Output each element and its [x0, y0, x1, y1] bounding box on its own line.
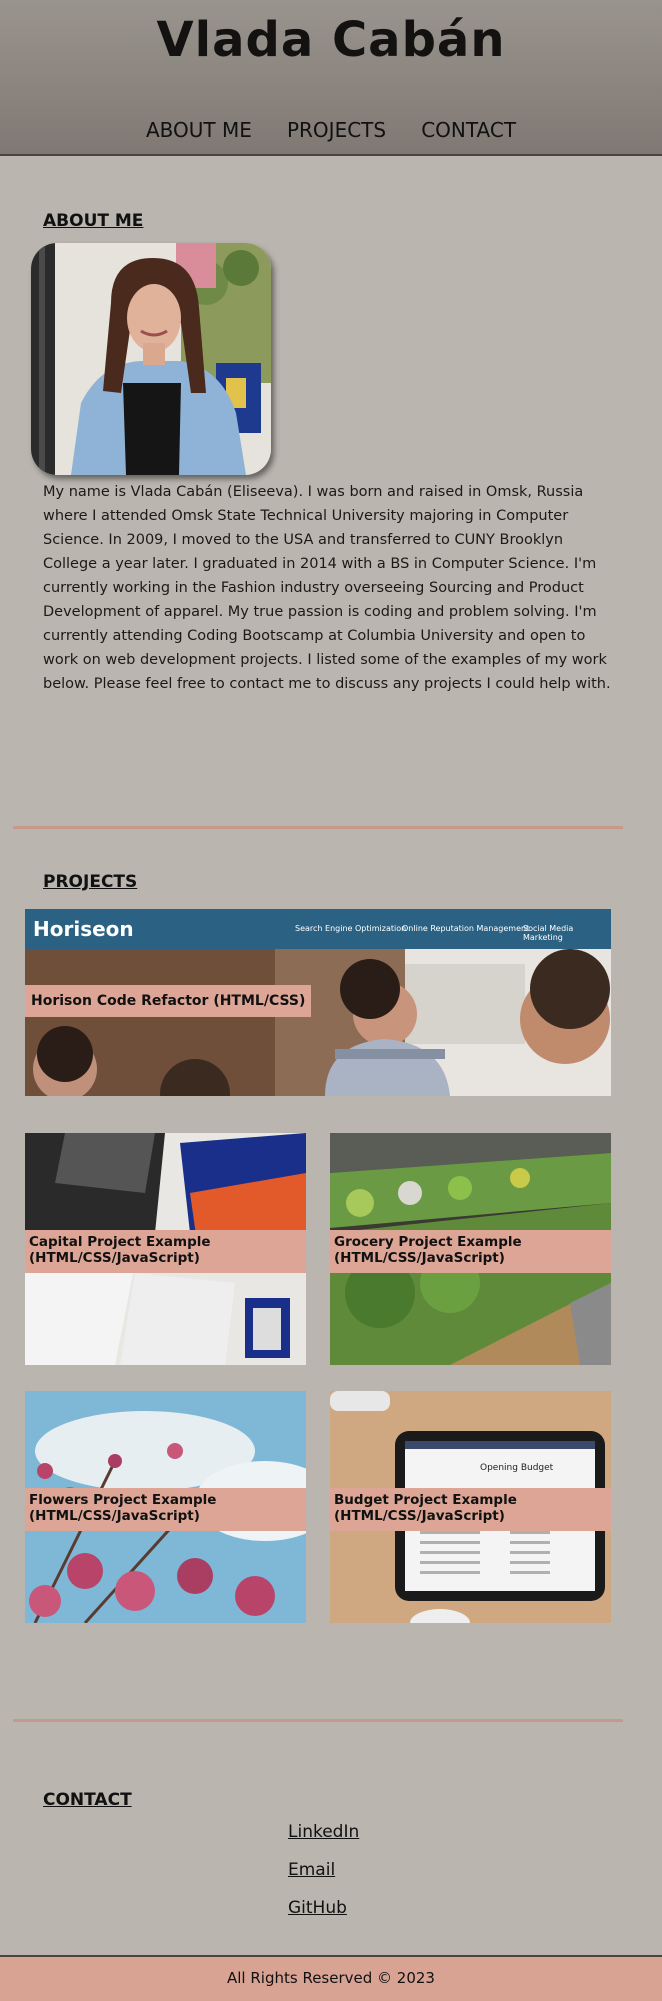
- projects-heading: PROJECTS: [43, 872, 138, 892]
- email-link[interactable]: Email: [288, 1860, 359, 1898]
- site-footer: All Rights Reserved © 2023: [0, 1955, 662, 2001]
- project-tech-budget: (HTML/CSS/JavaScript): [334, 1508, 505, 1524]
- site-title: Vlada Cabán: [156, 12, 506, 68]
- project-label-budget: Budget Project Example (HTML/CSS/JavaScr…: [330, 1488, 611, 1531]
- project-card-horison[interactable]: Horiseon Search Engine Optimization Onli…: [25, 909, 611, 1096]
- section-divider: [13, 826, 623, 829]
- horiseon-brand: Horiseon: [33, 917, 134, 941]
- project-card-grocery[interactable]: Grocery Project Example (HTML/CSS/JavaSc…: [330, 1133, 611, 1365]
- section-divider: [13, 1719, 623, 1722]
- project-label-capital: Capital Project Example (HTML/CSS/JavaSc…: [25, 1230, 306, 1273]
- main-nav: ABOUT ME PROJECTS CONTACT: [0, 118, 662, 142]
- project-label-flowers: Flowers Project Example (HTML/CSS/JavaSc…: [25, 1488, 306, 1531]
- project-card-capital[interactable]: Capital Project Example (HTML/CSS/JavaSc…: [25, 1133, 306, 1365]
- linkedin-link[interactable]: LinkedIn: [288, 1822, 359, 1860]
- project-tech-flowers: (HTML/CSS/JavaScript): [29, 1508, 200, 1524]
- horiseon-nav-seo: Search Engine Optimization: [295, 924, 407, 933]
- horiseon-nav-orm: Online Reputation Management: [402, 924, 530, 933]
- project-card-budget[interactable]: Opening Budget Budget Project Example (H…: [330, 1391, 611, 1623]
- project-label-horison: Horison Code Refactor (HTML/CSS): [25, 985, 312, 1017]
- nav-projects[interactable]: PROJECTS: [287, 118, 386, 142]
- about-bio: My name is Vlada Cabán (Eliseeva). I was…: [43, 484, 611, 692]
- contact-heading: CONTACT: [43, 1790, 132, 1810]
- footer-copyright: All Rights Reserved © 2023: [227, 1969, 435, 1987]
- contact-links: LinkedIn Email GitHub: [288, 1822, 359, 1936]
- nav-about-me[interactable]: ABOUT ME: [146, 118, 252, 142]
- site-header: Vlada Cabán ABOUT ME PROJECTS CONTACT: [0, 0, 662, 156]
- project-title-flowers: Flowers Project Example: [29, 1492, 217, 1508]
- project-tech-grocery: (HTML/CSS/JavaScript): [334, 1250, 505, 1266]
- github-link[interactable]: GitHub: [288, 1898, 359, 1936]
- horiseon-nav-smm: Social Media Marketing: [523, 924, 574, 942]
- project-title-budget: Budget Project Example: [334, 1492, 517, 1508]
- nav-contact[interactable]: CONTACT: [421, 118, 516, 142]
- project-label-grocery: Grocery Project Example (HTML/CSS/JavaSc…: [330, 1230, 611, 1273]
- budget-screen-title: Opening Budget: [480, 1463, 554, 1473]
- project-tech-capital: (HTML/CSS/JavaScript): [29, 1250, 200, 1266]
- profile-photo: [31, 243, 271, 475]
- project-card-flowers[interactable]: Flowers Project Example (HTML/CSS/JavaSc…: [25, 1391, 306, 1623]
- about-heading: ABOUT ME: [43, 211, 144, 231]
- project-title-grocery: Grocery Project Example: [334, 1234, 522, 1250]
- project-title-capital: Capital Project Example: [29, 1234, 211, 1250]
